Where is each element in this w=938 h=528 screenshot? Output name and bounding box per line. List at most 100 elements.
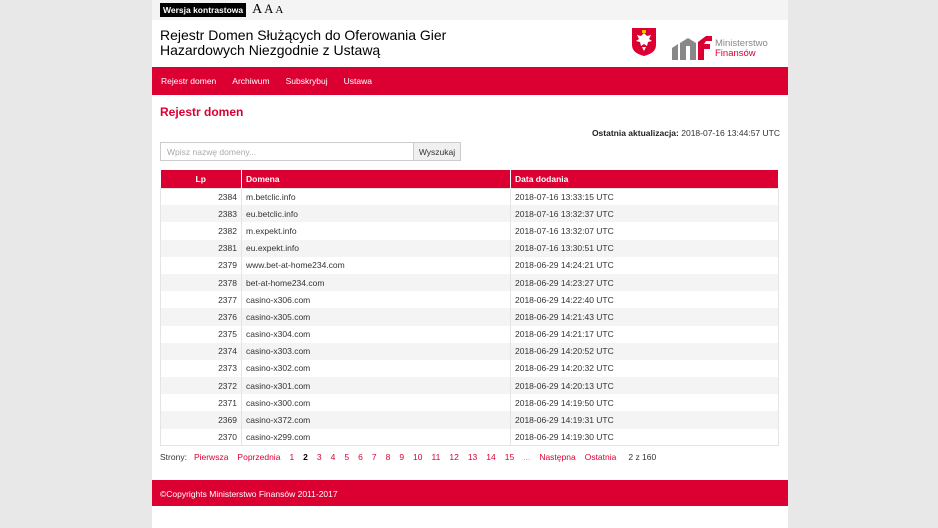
table-header-row: Lp Domena Data dodania bbox=[160, 170, 779, 188]
cell-domena: casino-x303.com bbox=[241, 342, 511, 360]
table-row: 2374 casino-x303.com 2018-06-29 14:20:52 U… bbox=[160, 342, 779, 360]
pagination-page-4[interactable]: 4 bbox=[331, 452, 336, 462]
cell-lp: 2369 bbox=[160, 411, 242, 429]
column-header-lp[interactable]: Lp bbox=[160, 170, 242, 188]
last-update-label: Ostatnia aktualizacja: bbox=[591, 128, 679, 138]
table-row: 2378 bet-at-home234.com 2018-06-29 14:23:2… bbox=[160, 273, 779, 292]
cell-data-dodania: 2018-06-29 14:20:32 UTC bbox=[510, 359, 779, 378]
table-row: 2381 eu.expekt.info 2018-07-16 13:30:51 UT… bbox=[160, 239, 779, 257]
contrast-version-button[interactable]: Wersja kontrastowa bbox=[160, 3, 247, 17]
pagination-page-15[interactable]: 15 bbox=[505, 452, 514, 462]
last-update-value: 2018-07-16 13:44:57 UTC bbox=[681, 128, 780, 138]
cell-data-dodania: 2018-07-16 13:32:07 UTC bbox=[510, 222, 779, 240]
cell-domena: eu.expekt.info bbox=[241, 239, 511, 257]
pagination-last[interactable]: Ostatnia bbox=[585, 452, 617, 462]
cell-domena: casino-x299.com bbox=[241, 428, 511, 446]
site-title: Rejestr Domen Służących do Oferowania Gi… bbox=[160, 27, 447, 58]
table-row: 2369 casino-x372.com 2018-06-29 14:19:31 U… bbox=[160, 411, 779, 429]
cell-data-dodania: 2018-06-29 14:24:21 UTC bbox=[510, 256, 779, 274]
cell-lp: 2373 bbox=[160, 359, 242, 378]
cell-domena: casino-x304.com bbox=[241, 325, 511, 343]
cell-lp: 2381 bbox=[160, 239, 242, 257]
cell-data-dodania: 2018-06-29 14:21:17 UTC bbox=[510, 325, 779, 343]
table-row: 2379 www.bet-at-home234.com 2018-06-29 14:… bbox=[160, 256, 779, 274]
ministry-name: Ministerstwo Finansów bbox=[715, 39, 768, 59]
table-row: 2377 casino-x306.com 2018-06-29 14:22:40 U… bbox=[160, 291, 779, 309]
pagination-page-11[interactable]: 11 bbox=[432, 452, 441, 462]
pagination-page-8[interactable]: 8 bbox=[386, 452, 391, 462]
cell-data-dodania: 2018-06-29 14:22:40 UTC bbox=[510, 291, 779, 309]
cell-data-dodania: 2018-06-29 14:21:43 UTC bbox=[510, 308, 779, 326]
column-header-data-dodania[interactable]: Data dodania bbox=[510, 170, 779, 188]
cell-domena: eu.betclic.info bbox=[241, 205, 511, 223]
cell-lp: 2370 bbox=[160, 428, 242, 446]
accessibility-bar: Wersja kontrastowa A A A bbox=[152, 0, 788, 20]
font-size-large-button[interactable]: A bbox=[252, 2, 262, 18]
table-body: 2384 m.betclic.info 2018-07-16 13:33:15 UT… bbox=[160, 188, 779, 446]
nav-item-subskrybuj[interactable]: Subskrybuj bbox=[286, 76, 328, 86]
pagination-page-2[interactable]: 2 bbox=[303, 452, 308, 462]
cell-lp: 2372 bbox=[160, 377, 242, 395]
cell-domena: m.betclic.info bbox=[241, 188, 511, 206]
pagination-pages: 1 2 3 4 5 6 7 8 9 10 11 12 13 14 15 bbox=[289, 452, 523, 462]
pagination-first[interactable]: Pierwsza bbox=[194, 452, 228, 462]
cell-lp: 2376 bbox=[160, 308, 242, 326]
cell-data-dodania: 2018-06-29 14:20:52 UTC bbox=[510, 342, 779, 360]
cell-data-dodania: 2018-06-29 14:19:30 UTC bbox=[510, 428, 779, 446]
pagination-page-9[interactable]: 9 bbox=[399, 452, 404, 462]
cell-data-dodania: 2018-07-16 13:32:37 UTC bbox=[510, 205, 779, 223]
cell-lp: 2378 bbox=[160, 273, 242, 292]
cell-domena: www.bet-at-home234.com bbox=[241, 256, 511, 274]
pagination-next[interactable]: Następna bbox=[539, 452, 575, 462]
table-row: 2383 eu.betclic.info 2018-07-16 13:32:37 U… bbox=[160, 205, 779, 223]
page-title: Rejestr domen bbox=[160, 105, 244, 119]
site-header: Rejestr Domen Służących do Oferowania Gi… bbox=[152, 20, 788, 67]
nav-item-rejestr-domen[interactable]: Rejestr domen bbox=[161, 76, 216, 86]
ministry-name-line2: Finansów bbox=[715, 48, 756, 59]
footer: ©Copyrights Ministerstwo Finansów 2011-2… bbox=[152, 480, 788, 506]
pagination-page-6[interactable]: 6 bbox=[358, 452, 363, 462]
nav-item-ustawa[interactable]: Ustawa bbox=[344, 76, 372, 86]
table-row: 2371 casino-x300.com 2018-06-29 14:19:50 U… bbox=[160, 394, 779, 412]
pagination: Strony: Pierwsza Poprzednia 1 2 3 4 5 6 7 8 9 10 1… bbox=[160, 451, 780, 463]
pagination-page-13[interactable]: 13 bbox=[468, 452, 477, 462]
column-header-domena[interactable]: Domena bbox=[241, 170, 511, 188]
main-nav: Rejestr domen Archiwum Subskrybuj Ustawa bbox=[152, 67, 788, 95]
cell-lp: 2383 bbox=[160, 205, 242, 223]
pagination-page-7[interactable]: 7 bbox=[372, 452, 377, 462]
pagination-page-3[interactable]: 3 bbox=[317, 452, 322, 462]
domain-search-input[interactable] bbox=[160, 142, 414, 161]
font-size-small-button[interactable]: A bbox=[275, 4, 283, 16]
table-row: 2376 casino-x305.com 2018-06-29 14:21:43 U… bbox=[160, 308, 779, 326]
nav-item-archiwum[interactable]: Archiwum bbox=[232, 76, 269, 86]
pagination-page-14[interactable]: 14 bbox=[486, 452, 495, 462]
domain-search-form: Wyszukaj bbox=[160, 142, 780, 161]
font-size-medium-button[interactable]: A bbox=[264, 2, 273, 17]
pagination-page-10[interactable]: 10 bbox=[413, 452, 422, 462]
table-row: 2372 casino-x301.com 2018-06-29 14:20:13 U… bbox=[160, 377, 779, 395]
pagination-total: 2 z 160 bbox=[628, 452, 657, 463]
pagination-prev[interactable]: Poprzednia bbox=[237, 452, 280, 462]
pagination-page-1[interactable]: 1 bbox=[289, 452, 294, 462]
cell-data-dodania: 2018-07-16 13:33:15 UTC bbox=[510, 188, 779, 206]
table-row: 2373 casino-x302.com 2018-06-29 14:20:32 U… bbox=[160, 359, 779, 378]
table-row: 2384 m.betclic.info 2018-07-16 13:33:15 UT… bbox=[160, 188, 779, 206]
cell-domena: casino-x302.com bbox=[241, 359, 511, 378]
cell-domena: casino-x305.com bbox=[241, 308, 511, 326]
table-row: 2370 casino-x299.com 2018-06-29 14:19:30 U… bbox=[160, 428, 779, 446]
cell-lp: 2375 bbox=[160, 325, 242, 343]
cell-data-dodania: 2018-07-16 13:30:51 UTC bbox=[510, 239, 779, 257]
polish-eagle-emblem-icon bbox=[632, 28, 656, 56]
cell-lp: 2371 bbox=[160, 394, 242, 412]
pagination-page-5[interactable]: 5 bbox=[344, 452, 349, 462]
table-row: 2375 casino-x304.com 2018-06-29 14:21:17 U… bbox=[160, 325, 779, 343]
cell-domena: casino-x306.com bbox=[241, 291, 511, 309]
last-update-info: Ostatnia aktualizacja: 2018-07-16 13:44:… bbox=[160, 128, 780, 138]
cell-data-dodania: 2018-06-29 14:20:13 UTC bbox=[510, 377, 779, 395]
cell-data-dodania: 2018-06-29 14:23:27 UTC bbox=[510, 273, 779, 292]
pagination-page-12[interactable]: 12 bbox=[449, 452, 458, 462]
cell-lp: 2384 bbox=[160, 188, 242, 206]
cell-lp: 2377 bbox=[160, 291, 242, 309]
pagination-label: Strony: bbox=[160, 452, 187, 463]
search-button[interactable]: Wyszukaj bbox=[414, 142, 461, 161]
